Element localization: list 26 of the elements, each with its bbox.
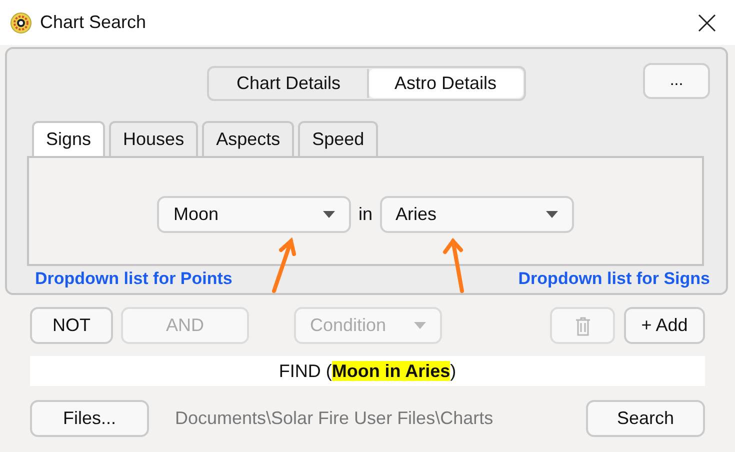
tab[interactable]: Signs [32, 121, 106, 156]
tab[interactable]: Houses [109, 121, 198, 156]
arrow [272, 237, 296, 293]
annotation-label: Dropdown list for Signs [518, 269, 710, 289]
connector-label: in [358, 204, 372, 224]
files-button[interactable]: Files... [30, 400, 149, 437]
window-title: Chart Search [40, 12, 148, 33]
add-button[interactable]: + Add [624, 307, 705, 344]
view-switch-option[interactable]: Astro Details [368, 69, 523, 98]
folder-path: Documents\Solar Fire User Files\Charts [175, 408, 494, 429]
caret-icon [323, 210, 336, 218]
tab[interactable]: Aspects [202, 121, 294, 156]
search-button[interactable]: Search [586, 400, 705, 437]
caret-icon [414, 322, 426, 329]
logic-button[interactable]: NOT [30, 307, 113, 344]
close-icon[interactable] [697, 12, 717, 32]
search-expression: FIND (Moon in Aries) [278, 360, 456, 382]
arrow [443, 238, 464, 293]
sign-dropdown[interactable]: Aries [380, 196, 574, 232]
caret-icon [546, 210, 558, 218]
annotation-label: Dropdown list for Points [35, 269, 232, 289]
app-logo-icon [10, 12, 32, 34]
tab[interactable]: Speed [298, 121, 378, 156]
more-button[interactable]: ... [643, 63, 710, 99]
trash-icon [574, 316, 590, 336]
point-dropdown[interactable]: Moon [157, 196, 352, 232]
